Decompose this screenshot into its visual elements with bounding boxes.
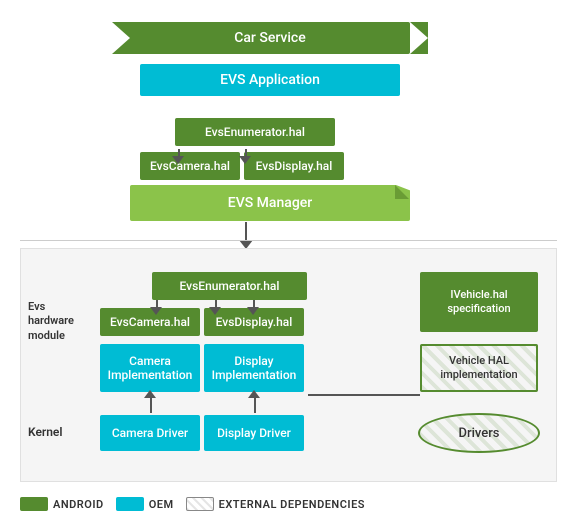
big-arrow-line	[245, 222, 247, 242]
camera-driver-label: Camera Driver	[112, 426, 188, 440]
evs-enum-top-label: EvsEnumerator.hal	[205, 125, 305, 139]
evscamera-bottom-label: EvsCamera.hal	[110, 315, 190, 329]
drivers-ellipse: Drivers	[418, 413, 540, 453]
legend-external: EXTERNAL DEPENDENCIES	[186, 497, 365, 511]
evs-app-label: EVS Application	[220, 72, 320, 88]
evs-hw-label: Evs hardware module	[28, 300, 83, 343]
up-arrow2-head	[248, 390, 260, 398]
horiz-line-right	[308, 394, 420, 396]
legend-oem: OEM	[116, 497, 174, 511]
bot-arrow1-head	[150, 307, 162, 315]
camera-impl-block: CameraImplementation	[100, 344, 200, 392]
kernel-label: Kernel	[28, 425, 63, 439]
external-swatch-hatch	[187, 498, 213, 510]
legend: ANDROID OEM EXTERNAL DEPENDENCIES	[20, 490, 557, 518]
section-divider	[20, 240, 557, 241]
evs-manager-fold	[395, 185, 409, 199]
evscamera-top-block: EvsCamera.hal	[140, 152, 240, 180]
car-service-block: Car Service	[130, 22, 410, 54]
arrow-head-2	[239, 156, 251, 164]
evsdisplay-top-label: EvsDisplay.hal	[256, 159, 333, 173]
display-driver-label: Display Driver	[217, 426, 291, 440]
bot-arrow3-head	[209, 307, 221, 315]
evs-enum-top-block: EvsEnumerator.hal	[175, 118, 335, 146]
camera-impl-label: CameraImplementation	[108, 354, 193, 383]
android-legend-label: ANDROID	[53, 498, 104, 511]
legend-android: ANDROID	[20, 497, 104, 511]
evs-enum-bottom-label: EvsEnumerator.hal	[180, 279, 280, 293]
vehicle-hal-impl-block: Vehicle HALimplementation	[420, 344, 538, 392]
bot-arrow2-head	[247, 307, 259, 315]
arrow-head-1	[172, 156, 184, 164]
display-impl-block: DisplayImplementation	[204, 344, 304, 392]
evsdisplay-top-block: EvsDisplay.hal	[244, 152, 344, 180]
diagram-wrapper: Car Service EVS Application EvsEnumerato…	[0, 0, 577, 522]
camera-driver-block: Camera Driver	[100, 415, 200, 451]
vehicle-hal-label: Vehicle HALimplementation	[422, 346, 536, 390]
display-driver-block: Display Driver	[204, 415, 304, 451]
hal-row-bottom: EvsCamera.hal EvsDisplay.hal	[100, 308, 304, 336]
evs-enum-bottom-block: EvsEnumerator.hal	[152, 272, 307, 300]
external-swatch	[186, 497, 214, 511]
evs-app-block: EVS Application	[140, 64, 400, 96]
display-impl-label: DisplayImplementation	[212, 354, 297, 383]
oem-legend-label: OEM	[149, 498, 174, 511]
ivehicle-spec-label: IVehicle.halspecification	[447, 288, 510, 317]
evs-manager-label: EVS Manager	[228, 195, 312, 211]
evs-manager-block: EVS Manager	[130, 185, 410, 221]
oem-swatch	[116, 497, 144, 511]
external-legend-label: EXTERNAL DEPENDENCIES	[219, 498, 365, 511]
drivers-label: Drivers	[458, 426, 499, 441]
up-arrow1-head	[144, 390, 156, 398]
ivehicle-spec-block: IVehicle.halspecification	[420, 272, 538, 332]
car-service-label: Car Service	[234, 30, 305, 46]
evsdisplay-bottom-label: EvsDisplay.hal	[216, 315, 293, 329]
android-swatch	[20, 497, 48, 511]
evscamera-top-label: EvsCamera.hal	[150, 159, 230, 173]
